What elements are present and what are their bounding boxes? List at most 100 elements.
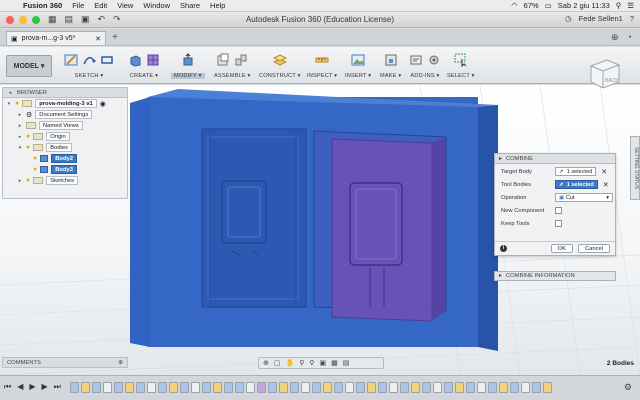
- timeline-feature[interactable]: [290, 382, 299, 393]
- setting-status-tab[interactable]: SETTING STATUS: [630, 136, 640, 200]
- timeline-feature[interactable]: [202, 382, 211, 393]
- browser-item-document-settings[interactable]: ▸ ⚙ Document Settings: [3, 109, 127, 120]
- fit-icon[interactable]: ⚲: [309, 359, 314, 367]
- notification-icon[interactable]: ☰: [627, 1, 634, 10]
- add-ins-gear-icon[interactable]: [427, 53, 441, 67]
- visibility-bulb-icon[interactable]: ●: [33, 155, 37, 162]
- timeline-feature[interactable]: [334, 382, 343, 393]
- timeline-feature[interactable]: [466, 382, 475, 393]
- document-tab[interactable]: ▣ prova-m...g-3 v5* ✕: [6, 31, 106, 45]
- rectangle-icon[interactable]: [100, 53, 114, 67]
- timeline-feature[interactable]: [510, 382, 519, 393]
- visibility-bulb-icon[interactable]: ●: [15, 100, 19, 107]
- new-tab-icon[interactable]: +: [112, 32, 118, 43]
- select-group[interactable]: SELECT ▾: [447, 50, 475, 82]
- timeline-feature[interactable]: [323, 382, 332, 393]
- select-arrow-icon[interactable]: [454, 53, 468, 67]
- zoom-icon[interactable]: ⚲: [299, 359, 304, 367]
- menu-edit[interactable]: Edit: [89, 1, 112, 10]
- sketch-group[interactable]: SKETCH ▾: [64, 50, 114, 82]
- combine-header[interactable]: ▸ COMBINE: [495, 154, 615, 164]
- notification-bell-icon[interactable]: ◔: [627, 32, 632, 43]
- timeline-feature[interactable]: [400, 382, 409, 393]
- new-component-checkbox[interactable]: [555, 207, 562, 214]
- look-at-icon[interactable]: ▢: [274, 359, 281, 367]
- menu-view[interactable]: View: [112, 1, 138, 10]
- construct-group[interactable]: CONSTRUCT ▾: [259, 50, 301, 82]
- timeline-track[interactable]: [70, 382, 552, 393]
- cancel-button[interactable]: Cancel: [577, 244, 610, 253]
- insert-group[interactable]: INSERT ▾: [345, 50, 371, 82]
- document-settings-label[interactable]: Document Settings: [35, 110, 93, 119]
- offset-plane-icon[interactable]: [272, 53, 287, 67]
- browser-header[interactable]: ◂ BROWSER: [3, 88, 127, 98]
- timeline-feature[interactable]: [103, 382, 112, 393]
- operation-select[interactable]: ▣ Cut ▾: [555, 193, 613, 202]
- browser-item-sketches[interactable]: ▸ ● Sketches: [3, 175, 127, 186]
- view-cube[interactable]: BACK: [583, 52, 623, 92]
- timeline-feature[interactable]: [125, 382, 134, 393]
- timeline-feature[interactable]: [70, 382, 79, 393]
- timeline-feature[interactable]: [235, 382, 244, 393]
- go-to-end-icon[interactable]: ⏭: [54, 382, 61, 392]
- tool-bodies-selector[interactable]: ➚ 1 selected: [555, 180, 598, 189]
- arc-icon[interactable]: [82, 53, 96, 67]
- combine-information-panel[interactable]: ▸ COMBINE INFORMATION: [494, 271, 616, 281]
- browser-item-bodies[interactable]: ▾ ● Bodies: [3, 142, 127, 153]
- timeline-feature[interactable]: [532, 382, 541, 393]
- body2-label[interactable]: Body2: [51, 154, 77, 163]
- mold-body[interactable]: [130, 89, 498, 351]
- timeline-feature[interactable]: [499, 382, 508, 393]
- clear-target-icon[interactable]: ✕: [601, 168, 607, 176]
- named-views-label[interactable]: Named Views: [39, 121, 83, 130]
- datetime[interactable]: Sab 2 giu 11:33: [558, 1, 610, 10]
- active-radio-icon[interactable]: ◉: [100, 100, 106, 108]
- expand-icon[interactable]: ▸: [17, 123, 23, 129]
- sketches-label[interactable]: Sketches: [46, 176, 79, 185]
- extrude-icon[interactable]: [128, 53, 142, 67]
- timeline-feature[interactable]: [224, 382, 233, 393]
- workspace-switcher[interactable]: MODEL ▾: [6, 55, 52, 77]
- body3-label[interactable]: Body3: [51, 165, 77, 174]
- menu-window[interactable]: Window: [138, 1, 175, 10]
- collapse-browser-icon[interactable]: ◂: [7, 90, 13, 96]
- timeline-feature[interactable]: [521, 382, 530, 393]
- browser-root-label[interactable]: prova-molding-3 v1: [35, 99, 97, 108]
- timeline-feature[interactable]: [114, 382, 123, 393]
- menu-app[interactable]: Fusion 360: [18, 1, 67, 10]
- display-settings-icon[interactable]: ▣: [320, 359, 327, 367]
- collapse-dialog-icon[interactable]: ▸: [499, 156, 502, 162]
- 3d-print-icon[interactable]: [384, 53, 398, 67]
- job-status-icon[interactable]: ◷: [565, 14, 572, 23]
- collapse-icon[interactable]: ▾: [17, 145, 23, 151]
- timeline-feature[interactable]: [356, 382, 365, 393]
- timeline-feature[interactable]: [312, 382, 321, 393]
- timeline-feature[interactable]: [444, 382, 453, 393]
- orbit-icon[interactable]: ⊕: [263, 359, 269, 367]
- expand-icon[interactable]: ▸: [17, 134, 23, 140]
- new-component-icon[interactable]: [216, 53, 230, 67]
- play-icon[interactable]: ▶: [29, 382, 35, 392]
- visibility-bulb-icon[interactable]: ●: [26, 133, 30, 140]
- keep-tools-checkbox[interactable]: [555, 220, 562, 227]
- browser-item-body3[interactable]: ● Body3: [3, 164, 127, 175]
- close-tab-icon[interactable]: ✕: [95, 35, 101, 43]
- timeline-feature[interactable]: [433, 382, 442, 393]
- viewports-icon[interactable]: ▤: [343, 359, 350, 367]
- timeline-feature[interactable]: [389, 382, 398, 393]
- bodies-label[interactable]: Bodies: [46, 143, 72, 152]
- menu-share[interactable]: Share: [175, 1, 205, 10]
- timeline-feature[interactable]: [81, 382, 90, 393]
- info-icon[interactable]: i: [500, 245, 507, 252]
- timeline-feature[interactable]: [378, 382, 387, 393]
- timeline-feature[interactable]: [367, 382, 376, 393]
- timeline-feature[interactable]: [455, 382, 464, 393]
- clear-tools-icon[interactable]: ✕: [603, 181, 609, 189]
- create-group[interactable]: CREATE ▾: [128, 50, 160, 82]
- visibility-bulb-icon[interactable]: ●: [33, 166, 37, 173]
- menu-file[interactable]: File: [67, 1, 89, 10]
- wifi-icon[interactable]: ◠: [511, 1, 518, 10]
- timeline-feature[interactable]: [301, 382, 310, 393]
- extensions-icon[interactable]: ⊕: [611, 32, 619, 43]
- timeline-feature[interactable]: [136, 382, 145, 393]
